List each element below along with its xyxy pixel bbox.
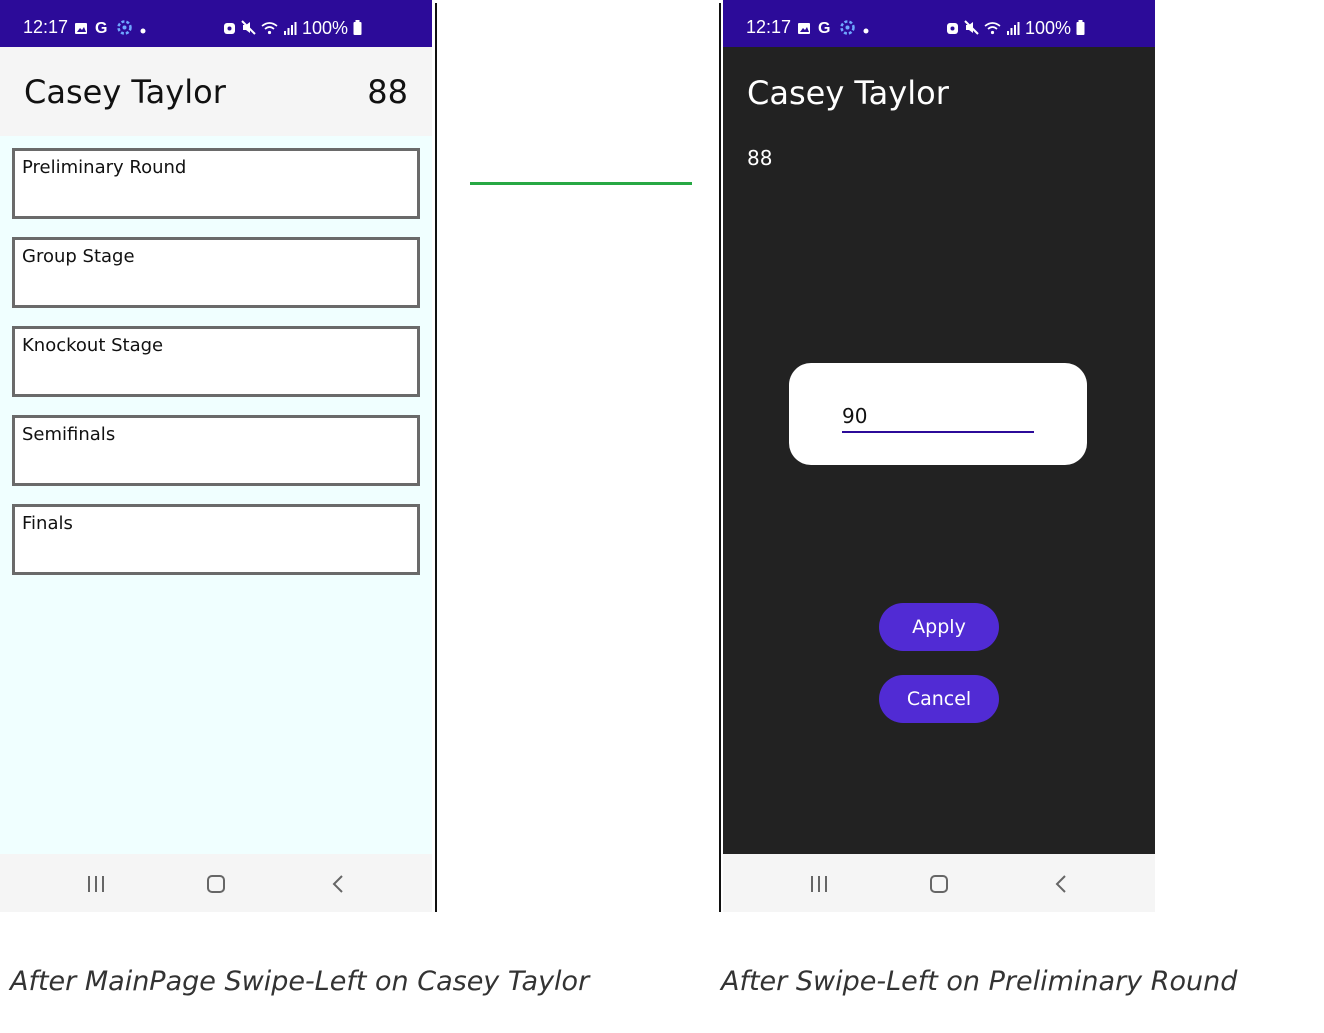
score-input[interactable] bbox=[842, 401, 1034, 433]
status-time: 12:17 bbox=[23, 17, 69, 37]
round-label: Finals bbox=[22, 513, 73, 534]
signal-icon bbox=[283, 19, 297, 40]
battery-percent: 100% bbox=[1025, 18, 1072, 38]
transition-line bbox=[470, 182, 692, 185]
svg-text:G: G bbox=[95, 20, 107, 35]
home-icon[interactable] bbox=[204, 873, 228, 895]
back-icon[interactable] bbox=[326, 873, 350, 895]
mute-icon bbox=[964, 19, 979, 40]
score-edit-screen: 12:17 G 100% Casey Taylor 88 Apply Cance… bbox=[723, 0, 1155, 912]
right-divider-line bbox=[719, 3, 721, 912]
left-divider-line bbox=[435, 3, 437, 912]
caption-left: After MainPage Swipe-Left on Casey Taylo… bbox=[10, 966, 590, 997]
round-label: Knockout Stage bbox=[22, 335, 164, 356]
recents-icon[interactable] bbox=[84, 873, 108, 895]
google-icon: G bbox=[95, 19, 110, 40]
gear-icon bbox=[117, 19, 132, 40]
battery-icon bbox=[1076, 19, 1085, 40]
round-item-semifinals[interactable]: Semifinals bbox=[12, 415, 420, 486]
apply-button[interactable]: Apply bbox=[879, 603, 999, 651]
score-dialog bbox=[789, 363, 1087, 465]
main-page-screen: 12:17 G 100% Casey Taylor 88 Preliminary… bbox=[0, 0, 432, 912]
round-item-group-stage[interactable]: Group Stage bbox=[12, 237, 420, 308]
status-bar: 12:17 G 100% bbox=[0, 0, 432, 47]
round-label: Preliminary Round bbox=[22, 157, 187, 178]
player-score: 88 bbox=[367, 73, 408, 111]
signal-icon bbox=[1006, 19, 1020, 40]
status-time: 12:17 bbox=[746, 17, 792, 37]
google-icon: G bbox=[818, 19, 833, 40]
status-bar: 12:17 G 100% bbox=[723, 0, 1155, 47]
round-label: Semifinals bbox=[22, 424, 116, 445]
back-icon[interactable] bbox=[1049, 873, 1073, 895]
round-item-knockout-stage[interactable]: Knockout Stage bbox=[12, 326, 420, 397]
svg-text:G: G bbox=[818, 20, 830, 35]
round-item-finals[interactable]: Finals bbox=[12, 504, 420, 575]
navigation-bar bbox=[0, 854, 432, 912]
player-name: Casey Taylor bbox=[24, 73, 226, 111]
battery-icon bbox=[353, 19, 362, 40]
battery-percent: 100% bbox=[302, 18, 349, 38]
cancel-button[interactable]: Cancel bbox=[879, 675, 999, 723]
caption-right: After Swipe-Left on Preliminary Round bbox=[721, 966, 1238, 997]
wifi-icon bbox=[984, 19, 1001, 40]
player-name: Casey Taylor bbox=[747, 74, 949, 112]
gear-icon bbox=[840, 19, 855, 40]
navigation-bar bbox=[723, 854, 1155, 912]
photo-icon bbox=[797, 19, 811, 40]
round-label: Group Stage bbox=[22, 246, 135, 267]
dot-icon bbox=[139, 19, 147, 40]
photo-icon bbox=[74, 19, 88, 40]
recents-icon[interactable] bbox=[807, 873, 831, 895]
player-header[interactable]: Casey Taylor 88 bbox=[0, 47, 432, 136]
wifi-icon bbox=[261, 19, 278, 40]
home-icon[interactable] bbox=[927, 873, 951, 895]
alarm-icon bbox=[223, 19, 236, 40]
mute-icon bbox=[241, 19, 256, 40]
dot-icon bbox=[862, 19, 870, 40]
round-item-preliminary[interactable]: Preliminary Round bbox=[12, 148, 420, 219]
player-score: 88 bbox=[747, 146, 773, 170]
alarm-icon bbox=[946, 19, 959, 40]
